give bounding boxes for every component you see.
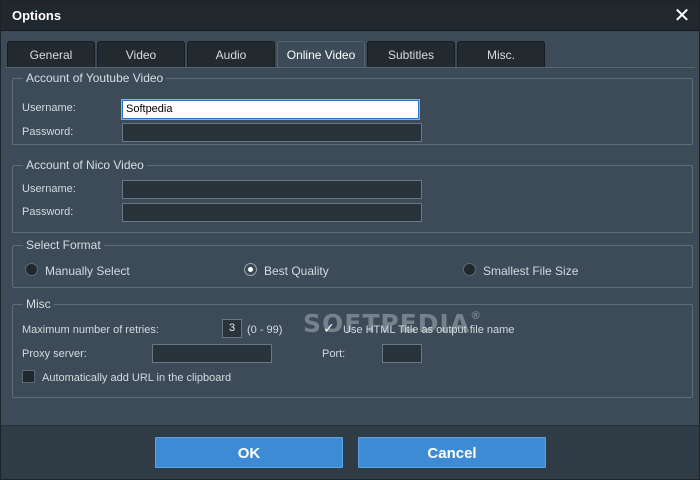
tab-subtitles[interactable]: Subtitles: [367, 41, 455, 67]
watermark-text: SOFTPEDIA: [303, 309, 471, 338]
select-format-group: Select Format Manually Select Best Quali…: [12, 238, 693, 288]
tab-audio[interactable]: Audio: [187, 41, 275, 67]
tab-general[interactable]: General: [7, 41, 95, 67]
ok-button[interactable]: OK: [155, 437, 343, 468]
port-field[interactable]: [382, 344, 422, 363]
youtube-password-label: Password:: [22, 126, 74, 138]
youtube-account-group: Account of Youtube Video Username: Softp…: [12, 71, 693, 145]
nico-password-label: Password:: [22, 206, 74, 218]
proxy-server-field[interactable]: [152, 344, 272, 363]
smallest-file-size-label: Smallest File Size: [483, 264, 579, 278]
clipboard-checkbox[interactable]: [22, 370, 35, 383]
nico-password-field[interactable]: [122, 203, 422, 222]
window-title: Options: [12, 8, 62, 23]
tab-online-video[interactable]: Online Video: [277, 41, 365, 67]
tab-misc[interactable]: Misc.: [457, 41, 545, 67]
tab-panel-online-video: Account of Youtube Video Username: Softp…: [5, 67, 695, 423]
port-label: Port:: [322, 348, 346, 360]
youtube-group-title: Account of Youtube Video: [23, 71, 167, 85]
options-window: Options ✕ General Video Audio Online Vid…: [0, 0, 700, 480]
youtube-username-field[interactable]: Softpedia: [122, 100, 419, 119]
youtube-username-label: Username:: [22, 102, 76, 114]
retries-label: Maximum number of retries:: [22, 324, 159, 336]
cancel-button[interactable]: Cancel: [358, 437, 546, 468]
retries-input[interactable]: 3: [222, 319, 242, 338]
nico-username-field[interactable]: [122, 180, 422, 199]
proxy-server-label: Proxy server:: [22, 348, 87, 360]
close-icon[interactable]: ✕: [671, 5, 693, 27]
radio-manually-select[interactable]: [25, 263, 38, 276]
softpedia-watermark: SOFTPEDIA®: [303, 309, 482, 338]
button-bar: OK Cancel: [1, 425, 699, 479]
misc-group-title: Misc: [23, 297, 54, 311]
radio-best-quality[interactable]: [244, 263, 257, 276]
retries-range: (0 - 99): [247, 324, 283, 336]
tab-video[interactable]: Video: [97, 41, 185, 67]
tab-bar: General Video Audio Online Video Subtitl…: [7, 41, 695, 67]
nico-group-title: Account of Nico Video: [23, 158, 147, 172]
best-quality-label: Best Quality: [264, 264, 329, 278]
title-bar: Options ✕: [1, 1, 699, 31]
youtube-password-field[interactable]: [122, 123, 422, 142]
nico-username-label: Username:: [22, 183, 76, 195]
radio-smallest-file-size[interactable]: [463, 263, 476, 276]
manually-select-label: Manually Select: [45, 264, 130, 278]
watermark-registered-mark: ®: [470, 309, 483, 322]
format-group-title: Select Format: [23, 238, 104, 252]
nico-account-group: Account of Nico Video Username: Password…: [12, 158, 693, 233]
clipboard-label: Automatically add URL in the clipboard: [42, 372, 232, 384]
